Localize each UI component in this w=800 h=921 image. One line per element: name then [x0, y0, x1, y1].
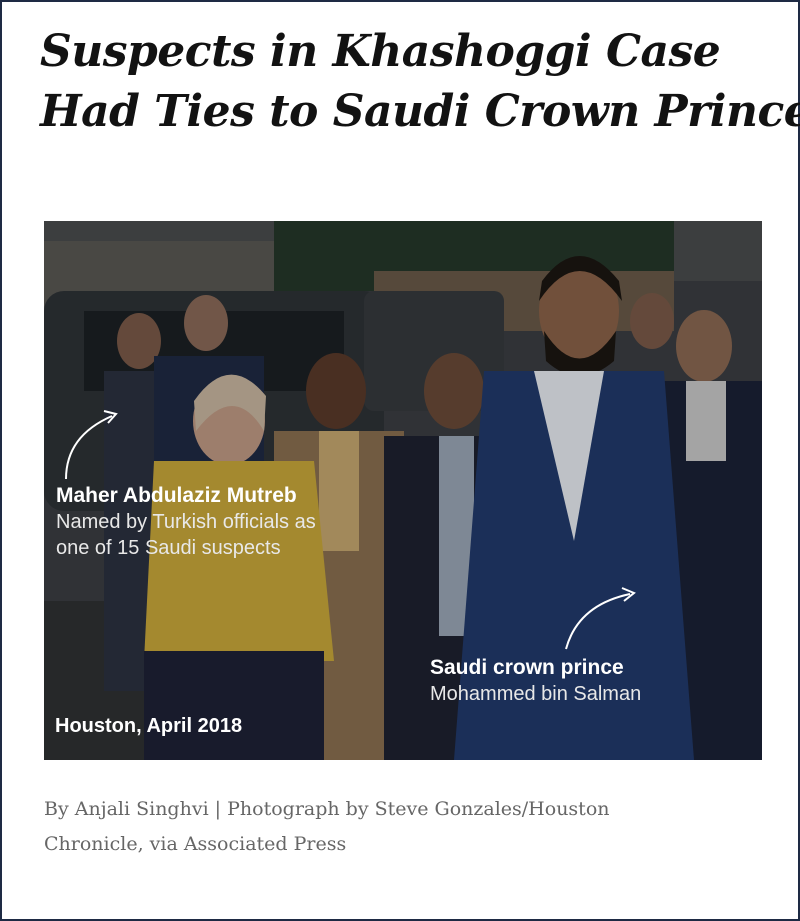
credit-line-1: By Anjali Singhvi | Photograph by Steve …: [44, 798, 610, 820]
photo-credit: By Anjali Singhvi | Photograph by Steve …: [44, 792, 744, 862]
annotation-prince-subtitle: Mohammed bin Salman: [430, 683, 642, 705]
credit-line-2: Chronicle, via Associated Press: [44, 833, 347, 855]
article-frame: Suspects in Khashoggi Case Had Ties to S…: [0, 0, 800, 921]
annotation-mutreb-title: Maher Abdulaziz Mutreb: [56, 484, 297, 507]
headline: Suspects in Khashoggi Case Had Ties to S…: [40, 22, 800, 142]
annotation-crown-prince: Saudi crown prince Mohammed bin Salman: [430, 655, 730, 707]
photo-location-caption: Houston, April 2018: [55, 715, 243, 737]
annotation-mutreb-line1: Named by Turkish officials as: [56, 511, 316, 533]
annotation-mutreb: Maher Abdulaziz Mutreb Named by Turkish …: [56, 483, 376, 561]
annotation-prince-title: Saudi crown prince: [430, 656, 624, 679]
news-photo: Maher Abdulaziz Mutreb Named by Turkish …: [44, 221, 762, 760]
annotation-mutreb-line2: one of 15 Saudi suspects: [56, 537, 281, 559]
headline-line-1: Suspects in Khashoggi Case: [40, 26, 721, 77]
headline-line-2: Had Ties to Saudi Crown Prince: [40, 86, 800, 137]
